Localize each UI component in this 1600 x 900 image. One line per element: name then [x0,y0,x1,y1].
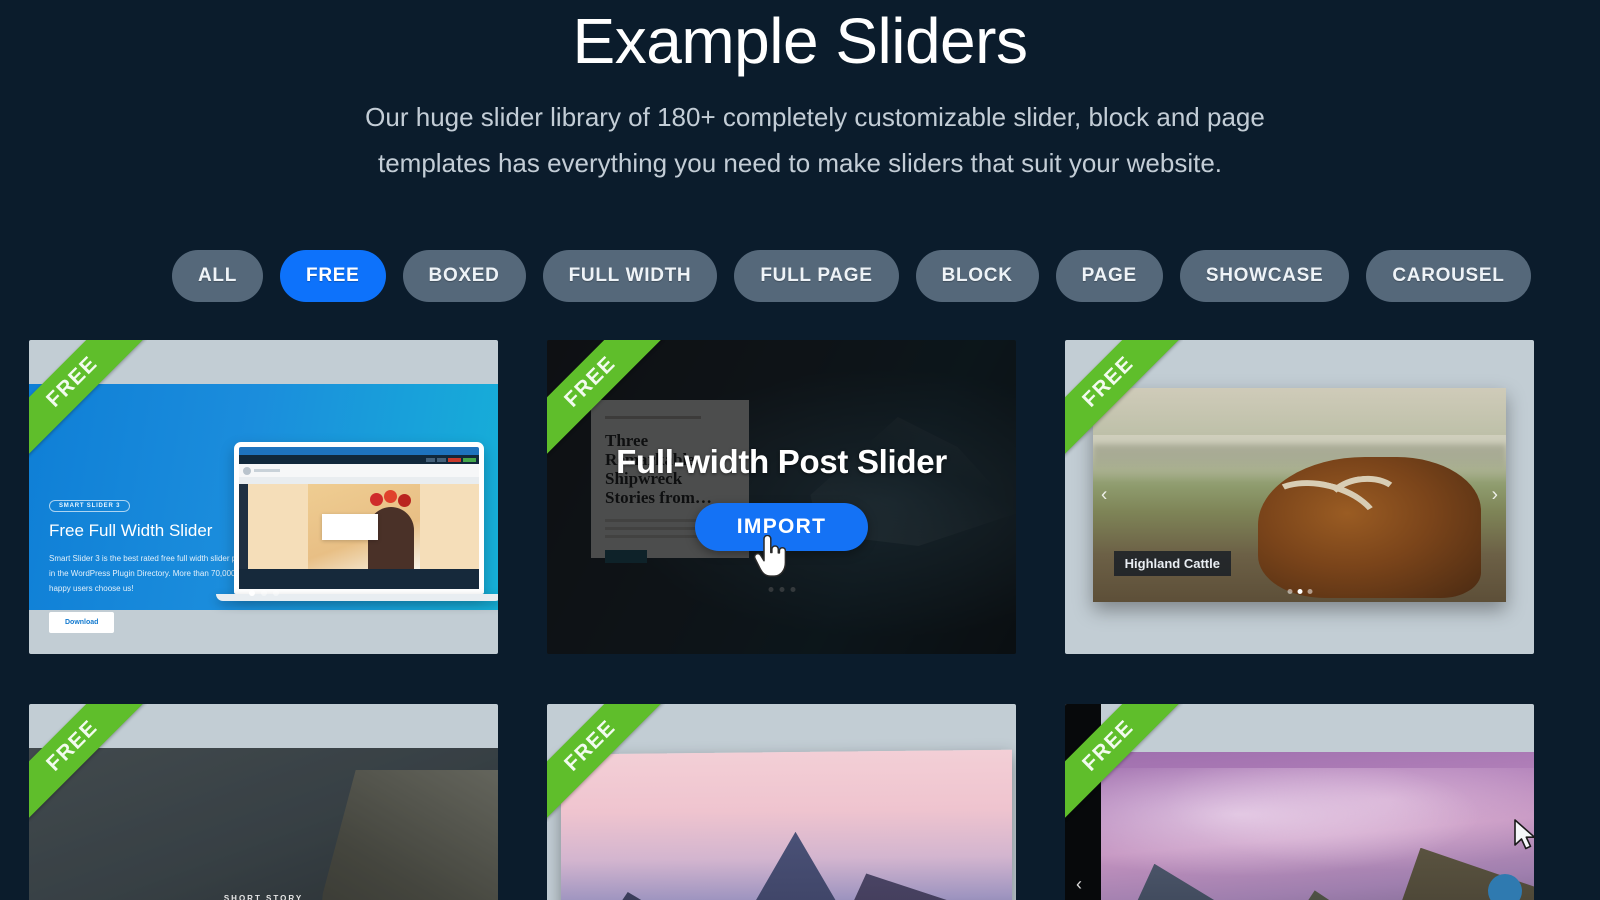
slider-dots[interactable] [1287,589,1312,594]
card-preview-free-full-width-slider: SMART SLIDER 3 Free Full Width Slider Sm… [29,384,498,633]
slider-card-full-width-post-slider[interactable]: Three Remarkable Shipwreck Stories from…… [547,340,1016,654]
filter-pill-boxed[interactable]: BOXED [402,250,526,302]
slider-template-grid: SMART SLIDER 3 Free Full Width Slider Sm… [29,340,1589,900]
filter-pill-free[interactable]: FREE [280,250,386,302]
editor-canvas [248,484,479,569]
filter-pill-showcase[interactable]: SHOWCASE [1179,250,1350,302]
slider-card-short-story-lighthouse-slider[interactable]: SHORT STORY There stood a little lightho… [29,704,498,900]
timeline-bar [239,569,479,589]
editor-sidebar [239,484,248,569]
dim-layer [29,748,498,900]
browser-accent-bar [239,447,479,455]
filter-pill-block[interactable]: BLOCK [915,250,1039,302]
admin-header [239,464,479,477]
slider-card-mountain-sunrise-slider[interactable]: FREE [547,704,1016,900]
preview-badge: SMART SLIDER 3 [49,500,131,512]
import-button[interactable]: IMPORT [694,503,869,551]
page-subtitle-line-1: Our huge slider library of 180+ complete… [365,102,1265,132]
filter-pill-full-width[interactable]: FULL WIDTH [542,250,718,302]
preview-heading: Free Full Width Slider [49,521,213,540]
preview-text-block: SMART SLIDER 3 Free Full Width Slider Sm… [49,494,259,633]
page-title: Example Sliders [572,5,1028,77]
slide-caption: Highland Cattle [1113,551,1231,577]
slide-kicker: SHORT STORY [224,894,303,900]
filter-pill-page[interactable]: PAGE [1055,250,1163,302]
slider-card-highland-cattle-slider[interactable]: Highland Cattle ‹ › FREE [1065,340,1534,654]
next-arrow-icon[interactable]: › [1492,486,1498,505]
card-preview-highland-cattle-slider: Highland Cattle ‹ › [1093,388,1506,602]
card-preview-mountain-sunrise-slider [561,749,1012,900]
slide-text-block: SHORT STORY There stood a little lightho… [29,888,498,900]
filter-pill-carousel[interactable]: CAROUSEL [1366,250,1531,302]
prev-arrow-icon[interactable]: ‹ [1101,486,1107,505]
title-placeholder [254,469,280,472]
admin-toolbar [239,455,479,464]
example-sliders-page: Example Sliders Our huge slider library … [0,0,1600,900]
slider-side-panel [1065,704,1101,900]
page-subtitle: Our huge slider library of 180+ complete… [0,94,1600,186]
prev-arrow-icon[interactable]: ‹ [1076,874,1082,895]
laptop-screen [234,442,484,594]
card-preview-purple-lake-slider [1101,752,1534,900]
slider-card-free-full-width-slider[interactable]: SMART SLIDER 3 Free Full Width Slider Sm… [29,340,498,654]
filter-pill-all[interactable]: ALL [172,250,264,302]
card-preview-short-story-lighthouse-slider: SHORT STORY There stood a little lightho… [29,748,498,900]
page-subtitle-line-2: templates has everything you need to mak… [378,148,1222,178]
admin-tabs [239,477,479,484]
avatar [243,466,251,475]
preview-download-button: Download [49,612,115,633]
filter-bar: ALL FREE BOXED FULL WIDTH FULL PAGE BLOC… [172,250,1531,302]
flower-crown [368,490,414,508]
slider-dots[interactable] [248,590,279,596]
hover-content: Full-width Post Slider IMPORT [547,340,1016,654]
laptop-mockup [216,442,498,601]
canvas-tooltip [321,514,378,540]
hover-card-title: Full-width Post Slider [616,443,947,480]
page-header: Example Sliders Our huge slider library … [0,0,1600,186]
editor-body [239,484,479,569]
slider-card-purple-lake-slider[interactable]: ‹ FREE [1065,704,1534,900]
preview-description: Smart Slider 3 is the best rated free fu… [49,554,254,593]
slide-photo [307,484,420,569]
filter-pill-full-page[interactable]: FULL PAGE [734,250,899,302]
